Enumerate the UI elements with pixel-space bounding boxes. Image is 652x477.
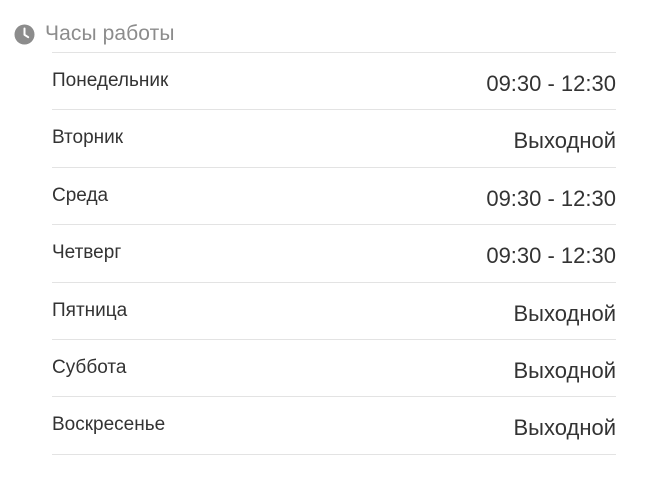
hours-value: Выходной bbox=[513, 300, 616, 326]
day-label: Пятница bbox=[52, 299, 128, 321]
hours-value: 09:30 - 12:30 bbox=[486, 243, 616, 269]
day-label: Четверг bbox=[52, 242, 122, 264]
clock-icon bbox=[14, 24, 35, 45]
hours-value: Выходной bbox=[513, 357, 616, 383]
day-label: Суббота bbox=[52, 356, 127, 378]
schedule-row-friday: Пятница Выходной bbox=[52, 283, 616, 340]
hours-value: 09:30 - 12:30 bbox=[486, 185, 616, 211]
schedule-row-thursday: Четверг 09:30 - 12:30 bbox=[52, 225, 616, 283]
schedule-row-monday: Понедельник 09:30 - 12:30 bbox=[52, 53, 616, 111]
day-label: Понедельник bbox=[52, 70, 169, 91]
opening-hours-widget: Часы работы Понедельник 09:30 - 12:30 Вт… bbox=[0, 0, 652, 477]
schedule-table: Понедельник 09:30 - 12:30 Вторник Выходн… bbox=[52, 52, 616, 455]
opening-hours-header: Часы работы bbox=[14, 20, 175, 48]
hours-value: Выходной bbox=[513, 128, 616, 154]
hours-value: Выходной bbox=[513, 415, 616, 441]
opening-hours-title: Часы работы bbox=[45, 22, 175, 45]
schedule-row-wednesday: Среда 09:30 - 12:30 bbox=[52, 168, 616, 226]
day-label: Среда bbox=[52, 184, 109, 206]
schedule-row-saturday: Суббота Выходной bbox=[52, 340, 616, 398]
hours-value: 09:30 - 12:30 bbox=[486, 71, 616, 96]
day-label: Вторник bbox=[52, 127, 124, 149]
schedule-row-sunday: Воскресенье Выходной bbox=[52, 397, 616, 455]
schedule-row-tuesday: Вторник Выходной bbox=[52, 110, 616, 168]
day-label: Воскресенье bbox=[52, 414, 166, 436]
